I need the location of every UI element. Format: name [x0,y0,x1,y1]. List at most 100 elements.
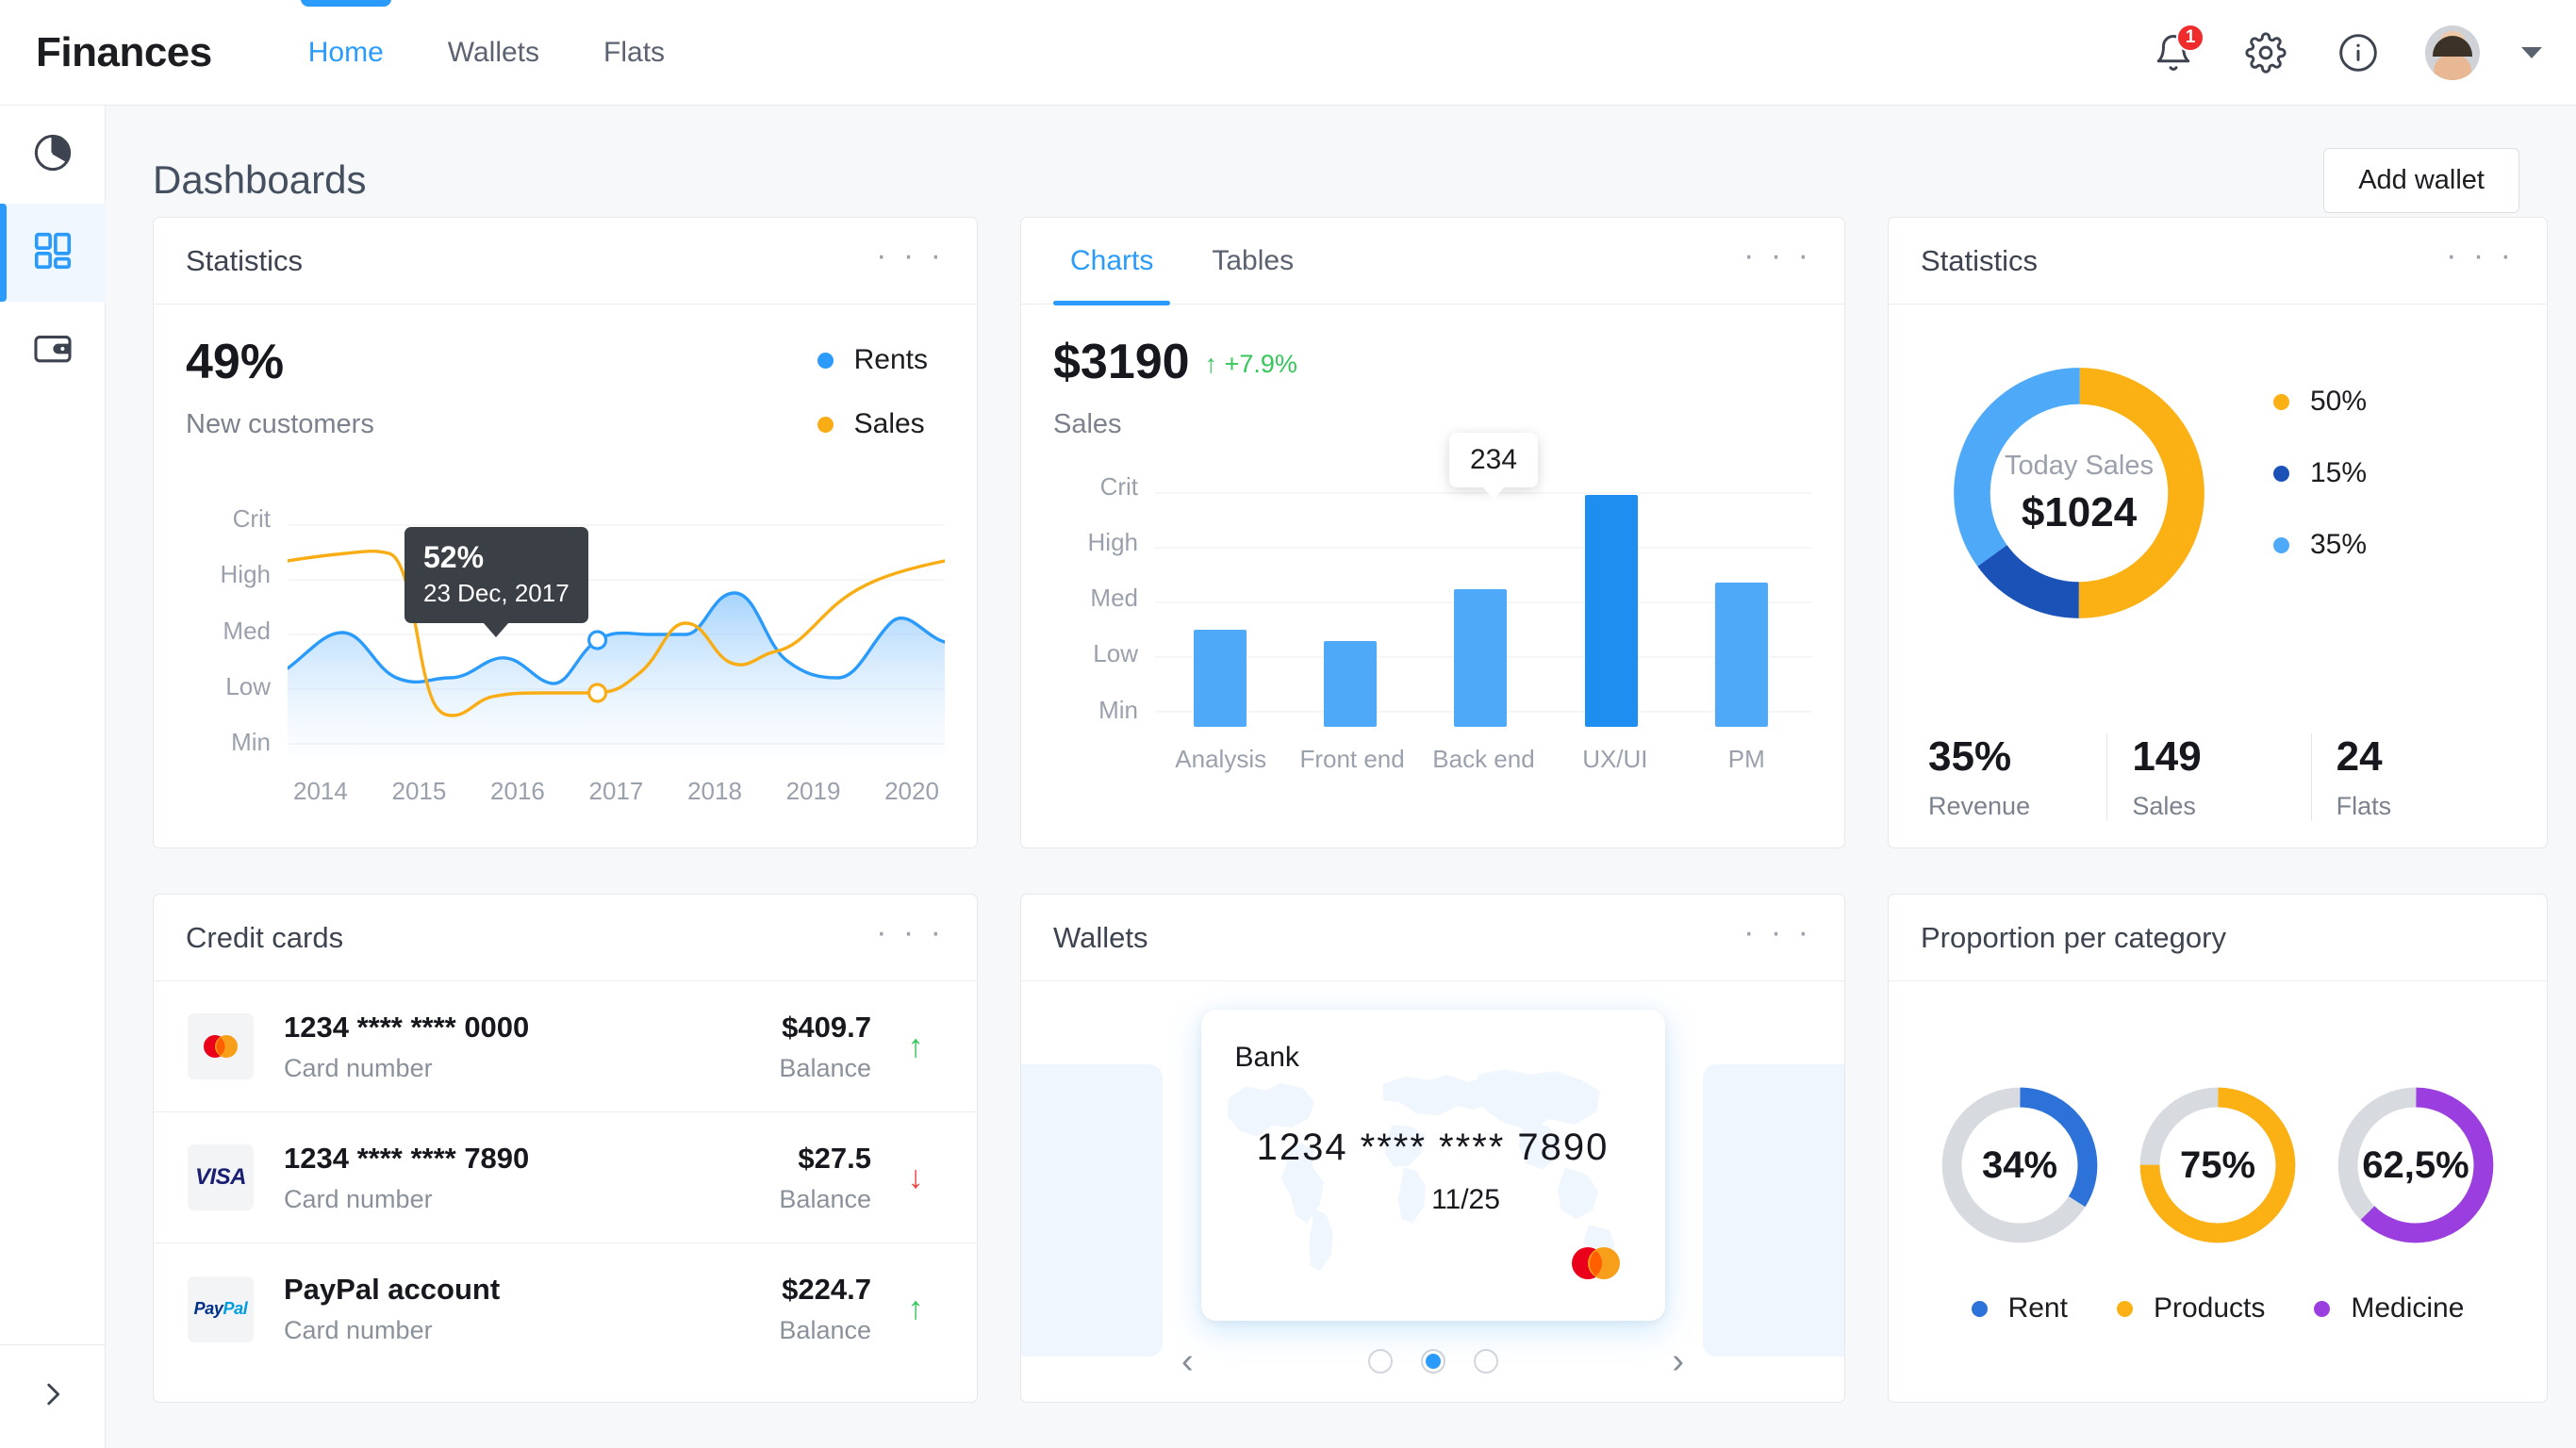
card-body: $3190 ↑ +7.9% Sales Crit High Med Low Mi… [1021,304,1844,847]
tab-charts[interactable]: Charts [1053,218,1170,304]
bank-name: Bank [1235,1042,1631,1074]
carousel-ghost-left[interactable] [1021,1064,1163,1357]
top-navigation-bar: Finances Home Wallets Flats 1 [0,0,2576,106]
bar-backend[interactable] [1454,589,1507,727]
table-row[interactable]: VISA 1234 **** **** 7890 Card number $27… [154,1112,977,1243]
card-balance: $409.7 Balance [779,1011,871,1083]
line-chart-legend: Rents Sales [817,337,928,472]
bar-uxui[interactable] [1585,495,1638,727]
y-tick-min: Min [231,728,271,757]
nav-tab-flats[interactable]: Flats [571,0,697,106]
stat-flats-label: Flats [2337,792,2515,821]
legend-dot-lightblue [2273,537,2289,553]
bar-column-uxui[interactable] [1555,480,1668,727]
legend-item-15[interactable]: 15% [2273,457,2367,489]
mastercard-logo [188,1013,254,1079]
legend-dot-rents [817,353,834,369]
card-menu-button[interactable]: · · · [1743,928,1812,948]
bar-column-pm[interactable] [1685,480,1798,727]
proportion-donut-products: 75% [2128,1076,2307,1255]
statistics-line-card: Statistics · · · 49% New customers Rents [153,217,978,848]
legend-label-rents: Rents [854,344,928,376]
nav-tab-home[interactable]: Home [276,0,416,106]
card-title: Credit cards [186,921,343,955]
user-avatar[interactable] [2425,25,2480,80]
card-title: Proportion per category [1921,921,2226,955]
legend-item-sales[interactable]: Sales [817,408,928,440]
carousel-dot-3[interactable] [1474,1349,1498,1374]
bar-pm[interactable] [1715,583,1768,727]
carousel-ghost-right[interactable] [1703,1064,1844,1357]
bar-analysis[interactable] [1194,630,1247,727]
sidebar-expand-button[interactable] [0,1344,106,1448]
bank-card[interactable]: Bank 1234 **** **** 7890 11/25 [1201,1010,1665,1321]
card-menu-button[interactable]: · · · [876,251,945,272]
bar-column-backend[interactable] [1424,480,1537,727]
card-number: 1234 **** **** 7890 [284,1142,529,1176]
donut-legend: 50% 15% 35% [2273,386,2367,601]
card-body: 49% New customers Rents Sales [154,304,977,847]
bar-chart-x-axis: Analysis Front end Back end UX/UI PM [1155,745,1812,774]
x-tick-frontend: Front end [1286,745,1417,774]
y-tick-min: Min [1098,696,1138,725]
y-tick-high: High [1088,528,1138,557]
bar-column-analysis[interactable] [1164,480,1277,727]
card-header: Credit cards · · · [154,895,977,981]
card-title: Statistics [186,244,303,278]
bar-column-frontend[interactable] [1294,480,1407,727]
card-header: Wallets · · · [1021,895,1844,981]
charts-label: Sales [1053,409,1297,440]
statistics-label: New customers [186,409,374,440]
card-header: Statistics · · · [1889,218,2547,304]
carousel-dot-2[interactable] [1421,1349,1445,1374]
nav-tab-wallets[interactable]: Wallets [416,0,571,106]
proportion-value-medicine: 62,5% [2326,1076,2505,1255]
y-tick-med: Med [1090,584,1138,613]
visa-logo: VISA [188,1144,254,1210]
legend-item-rent[interactable]: Rent [1972,1292,2068,1325]
card-balance: $27.5 Balance [779,1142,871,1214]
tooltip-date: 23 Dec, 2017 [423,579,570,608]
tooltip-value: 234 [1470,444,1517,475]
legend-dot-darkblue [2273,466,2289,482]
stat-sales-value: 149 [2132,733,2310,781]
y-tick-crit: Crit [1100,472,1138,502]
notifications-button[interactable]: 1 [2148,27,2199,78]
x-tick-2015: 2015 [392,777,447,806]
table-row[interactable]: 1234 **** **** 0000 Card number $409.7 B… [154,981,977,1112]
legend-item-products[interactable]: Products [2117,1292,2265,1325]
stat-sales: 149 Sales [2106,733,2310,821]
app-brand: Finances [36,29,212,76]
card-menu-button[interactable]: · · · [2446,251,2515,272]
line-chart-plot [288,512,945,759]
page-header: Dashboards Add wallet [106,106,2576,217]
charts-value: $3190 [1053,337,1190,388]
carousel-next-button[interactable]: › [1672,1341,1684,1382]
info-button[interactable] [2333,27,2384,78]
bar-frontend[interactable] [1324,641,1377,727]
sidebar-item-analytics[interactable] [0,106,106,204]
carousel-dot-1[interactable] [1368,1349,1393,1374]
balance-label: Balance [779,1185,871,1214]
sidebar-item-wallets[interactable] [0,302,106,400]
settings-button[interactable] [2240,27,2291,78]
sidebar-item-dashboards[interactable] [0,204,106,302]
legend-label-products: Products [2154,1292,2265,1325]
chevron-down-icon[interactable] [2521,47,2542,58]
table-row[interactable]: PayPal PayPal account Card number $224.7… [154,1243,977,1374]
add-wallet-button[interactable]: Add wallet [2323,148,2519,213]
card-body: 34% 75% 62,5% [1889,981,2547,1402]
legend-label-35: 35% [2310,529,2367,561]
card-menu-button[interactable]: · · · [1743,251,1812,272]
left-sidebar [0,106,106,1448]
balance-label: Balance [779,1316,871,1345]
legend-item-rents[interactable]: Rents [817,344,928,376]
tab-tables[interactable]: Tables [1195,218,1311,304]
card-info: 1234 **** **** 7890 Card number [284,1142,529,1214]
chevron-right-icon [37,1378,69,1415]
legend-item-medicine[interactable]: Medicine [2314,1292,2464,1325]
legend-item-35[interactable]: 35% [2273,529,2367,561]
legend-item-50[interactable]: 50% [2273,386,2367,418]
carousel-prev-button[interactable]: ‹ [1181,1341,1194,1382]
card-menu-button[interactable]: · · · [876,928,945,948]
